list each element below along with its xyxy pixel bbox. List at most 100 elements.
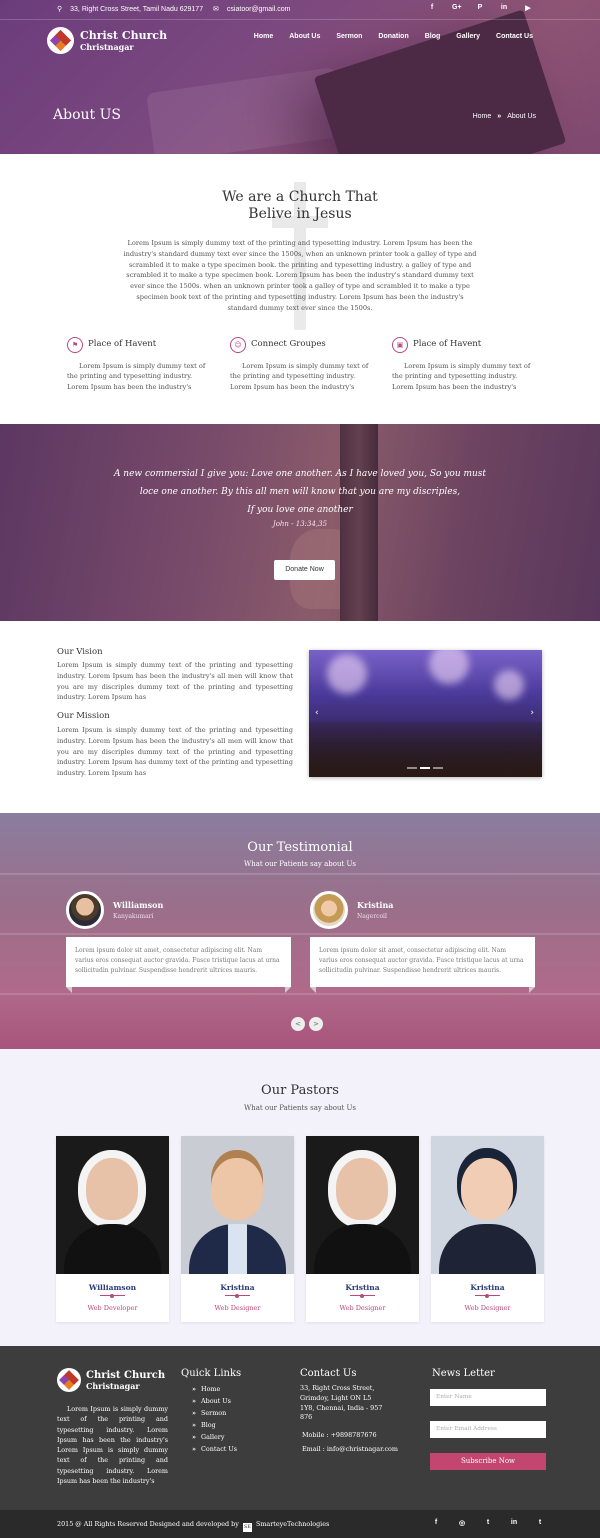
twitter-icon[interactable]: t xyxy=(484,1519,492,1527)
divider-icon xyxy=(225,1293,250,1298)
person-location: Kanyakumari xyxy=(113,913,154,920)
header-email[interactable]: csiatoor@gmail.com xyxy=(227,6,291,13)
nav-donation[interactable]: Donation xyxy=(378,33,408,40)
pastor-role: Web Developer xyxy=(87,1304,138,1312)
testimonial-card: Lorem ipsum dolor sit amet, consectetur … xyxy=(66,937,291,993)
slider-prev-icon[interactable]: ‹ xyxy=(315,708,319,718)
tumblr-icon[interactable]: t xyxy=(536,1519,544,1527)
feature-text: Lorem Ipsum is simply dummy text of the … xyxy=(230,362,369,391)
slider-dot-active[interactable] xyxy=(420,767,430,769)
brand-name: Christ Church xyxy=(80,29,168,42)
pastor-name[interactable]: Williamson xyxy=(56,1283,169,1292)
quick-link-sermon[interactable]: Sermon xyxy=(192,1408,237,1420)
person-location: Nagercoil xyxy=(357,913,387,920)
pastors-section: Our Pastors What our Patients say about … xyxy=(0,1049,600,1346)
scripture-banner: A new commersial I give you: Love one an… xyxy=(0,424,600,621)
breadcrumb-home[interactable]: Home xyxy=(473,113,492,120)
about-heading: We are a Church That Belive in Jesus xyxy=(222,189,378,222)
site-logo[interactable]: Christ Church Christnagar xyxy=(47,27,167,54)
testimonial-prev-button[interactable]: < xyxy=(291,1017,305,1031)
location-icon: ⚲ xyxy=(57,6,63,13)
feature-title: Place of Havent xyxy=(88,339,157,349)
nav-gallery[interactable]: Gallery xyxy=(456,33,480,40)
avatar xyxy=(310,891,348,929)
youtube-icon[interactable]: ▶ xyxy=(524,4,532,12)
mission-title: Our Mission xyxy=(57,711,110,721)
quick-link-contact[interactable]: Contact Us xyxy=(192,1444,237,1456)
mission-text: Lorem Ipsum is simply dummy text of the … xyxy=(57,726,293,778)
flag-icon: ⚑ xyxy=(67,337,83,353)
pastor-role: Web Designer xyxy=(339,1304,386,1312)
church-logo-icon xyxy=(57,1368,81,1392)
slider-dot[interactable] xyxy=(433,767,443,769)
contact-title: Contact Us xyxy=(300,1368,357,1379)
donate-now-button[interactable]: Donate Now xyxy=(274,560,335,580)
breadcrumb: Home » About Us xyxy=(473,113,536,120)
nav-sermon[interactable]: Sermon xyxy=(336,33,362,40)
newsletter-email-input[interactable]: Enter Email Address xyxy=(430,1421,546,1438)
top-social-links: f G+ P in ▶ xyxy=(428,4,532,12)
nav-contact[interactable]: Contact Us xyxy=(496,33,533,40)
footer-about-text: Lorem Ipsum is simply dummy text of the … xyxy=(57,1405,168,1486)
divider-icon xyxy=(475,1293,500,1298)
google-plus-icon[interactable]: G+ xyxy=(452,4,462,12)
copyright-text: 2015 @ All Rights Reserved Designed and … xyxy=(57,1520,330,1532)
testimonial-section: Our Testimonial What our Patients say ab… xyxy=(0,813,600,1049)
nav-blog[interactable]: Blog xyxy=(425,33,441,40)
quick-link-about[interactable]: About Us xyxy=(192,1396,237,1408)
slider-dots xyxy=(407,767,443,769)
pastor-name[interactable]: Kristina xyxy=(431,1283,544,1292)
pinterest-icon[interactable]: P xyxy=(476,4,484,12)
footer-social-links: f ◎ t in t xyxy=(432,1519,544,1527)
facebook-icon[interactable]: f xyxy=(428,4,436,12)
breadcrumb-current: About Us xyxy=(507,113,536,120)
scripture-quote: A new commersial I give you: Love one an… xyxy=(113,469,487,515)
testimonial-next-button[interactable]: > xyxy=(309,1017,323,1031)
main-nav: Home About Us Sermon Donation Blog Galle… xyxy=(254,33,533,40)
quick-links: Home About Us Sermon Blog Gallery Contac… xyxy=(192,1384,237,1455)
slider-dot[interactable] xyxy=(407,767,417,769)
divider-icon xyxy=(100,1293,125,1298)
facebook-icon[interactable]: f xyxy=(432,1519,440,1527)
feature-title: Connect Groupes xyxy=(251,339,326,349)
feature-title: Place of Havent xyxy=(413,339,482,349)
quick-link-home[interactable]: Home xyxy=(192,1384,237,1396)
newsletter-name-input[interactable]: Enter Name xyxy=(430,1389,546,1406)
about-text: Lorem Ipsum is simply dummy text of the … xyxy=(123,239,477,312)
nav-about[interactable]: About Us xyxy=(289,33,320,40)
footer-email[interactable]: Email : info@christnagar.com xyxy=(302,1445,398,1453)
pastor-photo xyxy=(181,1136,294,1274)
quick-link-gallery[interactable]: Gallery xyxy=(192,1432,237,1444)
vision-title: Our Vision xyxy=(57,647,103,657)
quick-link-blog[interactable]: Blog xyxy=(192,1420,237,1432)
pastor-name[interactable]: Kristina xyxy=(181,1283,294,1292)
pastor-role: Web Designer xyxy=(214,1304,261,1312)
book-icon: ▣ xyxy=(392,337,408,353)
subscribe-button[interactable]: Subscribe Now xyxy=(430,1453,546,1470)
worship-image-slider[interactable]: ‹ › xyxy=(309,650,542,777)
vision-mission-section: Our Vision Lorem Ipsum is simply dummy t… xyxy=(0,621,600,813)
pastor-card[interactable]: Williamson Web Developer xyxy=(56,1136,169,1322)
quick-links-title: Quick Links xyxy=(181,1368,242,1379)
feature-text: Lorem Ipsum is simply dummy text of the … xyxy=(392,362,531,391)
breadcrumb-separator-icon: » xyxy=(497,113,502,120)
developer-link[interactable]: SmarteyeTechnologies xyxy=(256,1520,329,1528)
copyright-bar: 2015 @ All Rights Reserved Designed and … xyxy=(0,1510,600,1538)
pastor-card[interactable]: Kristina Web Designer xyxy=(431,1136,544,1322)
footer-mobile: Mobile : +9898787676 xyxy=(302,1431,377,1439)
slider-next-icon[interactable]: › xyxy=(530,708,534,718)
linkedin-icon[interactable]: in xyxy=(510,1519,518,1527)
pastor-card[interactable]: Kristina Web Designer xyxy=(181,1136,294,1322)
dribbble-icon[interactable]: ◎ xyxy=(458,1519,466,1527)
footer-logo[interactable]: Christ Church Christnagar xyxy=(57,1368,165,1392)
developer-logo-icon: SE xyxy=(242,1523,252,1532)
hero-banner: ⚲ 33, Right Cross Street, Tamil Nadu 6291… xyxy=(0,0,600,154)
person-name: Kristina xyxy=(357,900,394,910)
testimonial-subtitle: What our Patients say about Us xyxy=(244,860,356,868)
pastor-name[interactable]: Kristina xyxy=(306,1283,419,1292)
brand-subname: Christnagar xyxy=(80,42,134,52)
nav-home[interactable]: Home xyxy=(254,33,273,40)
pastor-card[interactable]: Kristina Web Designer xyxy=(306,1136,419,1322)
linkedin-icon[interactable]: in xyxy=(500,4,508,12)
pastor-photo xyxy=(306,1136,419,1274)
